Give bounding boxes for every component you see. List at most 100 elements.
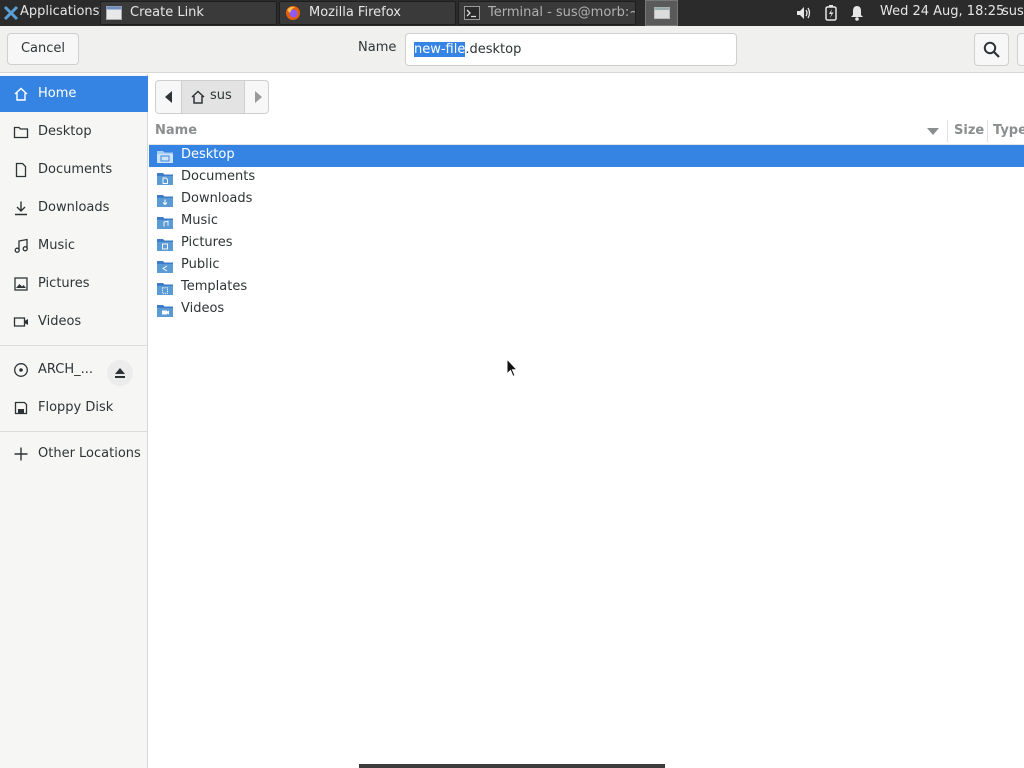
task-label: Mozilla Firefox xyxy=(309,5,401,20)
chevron-right-icon xyxy=(255,91,262,103)
file-name: Documents xyxy=(181,169,256,184)
folder-pictures-icon xyxy=(157,239,173,251)
filename-extension-text: .desktop xyxy=(465,42,522,57)
sidebar-item-home[interactable]: Home xyxy=(0,76,148,112)
top-panel: Applications ⋮ Create Link Mozilla Firef… xyxy=(0,0,1024,26)
sidebar-item-pictures[interactable]: Pictures xyxy=(0,266,148,302)
column-size-header[interactable]: Size xyxy=(954,123,984,138)
file-name: Videos xyxy=(181,301,225,316)
applications-label: Applications xyxy=(20,4,100,19)
file-row-templates[interactable]: Templates xyxy=(149,277,1024,299)
music-icon xyxy=(14,238,28,253)
battery-icon[interactable] xyxy=(825,5,837,21)
filename-selected-text: new-file xyxy=(414,42,466,57)
places-sidebar: Home Desktop Documents Downloads Music P… xyxy=(0,74,148,768)
file-name: Pictures xyxy=(181,235,233,250)
column-name-header[interactable]: Name xyxy=(155,123,197,138)
home-icon xyxy=(14,87,28,101)
file-name: Downloads xyxy=(181,191,253,206)
sidebar-item-music[interactable]: Music xyxy=(0,228,148,264)
task-firefox[interactable]: Mozilla Firefox xyxy=(279,1,456,25)
sidebar-item-arch-disc[interactable]: ARCH_... xyxy=(0,352,148,388)
workspace-switcher[interactable] xyxy=(645,0,678,26)
header-overflow-button[interactable] xyxy=(1017,33,1024,66)
task-terminal[interactable]: Terminal - sus@morb:~ xyxy=(458,1,636,25)
folder-public-icon xyxy=(157,261,173,273)
dialog-header-bar: Cancel Name new-file.desktop xyxy=(0,26,1024,73)
file-name: Desktop xyxy=(181,147,235,162)
breadcrumb-label: sus xyxy=(210,88,232,103)
folder-desktop-icon xyxy=(157,151,173,163)
filename-input[interactable]: new-file.desktop xyxy=(405,33,737,66)
sidebar-item-documents[interactable]: Documents xyxy=(0,152,148,188)
bottom-scroll-indicator xyxy=(359,764,665,768)
file-row-public[interactable]: Public xyxy=(149,255,1024,277)
sidebar-item-label: Downloads xyxy=(38,200,110,215)
cancel-button[interactable]: Cancel xyxy=(7,33,79,65)
file-row-videos[interactable]: Videos xyxy=(149,299,1024,321)
download-icon xyxy=(15,201,27,216)
file-row-downloads[interactable]: Downloads xyxy=(149,189,1024,211)
sidebar-item-label: Videos xyxy=(38,314,82,329)
sidebar-item-label: Other Locations xyxy=(38,446,141,461)
sidebar-item-label: Documents xyxy=(38,162,113,177)
search-button[interactable] xyxy=(974,33,1009,66)
sidebar-item-floppy[interactable]: Floppy Disk xyxy=(0,390,148,426)
picture-icon xyxy=(14,277,28,291)
file-row-pictures[interactable]: Pictures xyxy=(149,233,1024,255)
terminal-icon xyxy=(464,6,480,20)
sidebar-separator xyxy=(0,431,148,432)
workspace-window-icon xyxy=(654,7,670,19)
path-forward-button[interactable] xyxy=(244,81,268,113)
video-icon xyxy=(13,317,28,327)
clock[interactable]: Wed 24 Aug, 18:25 xyxy=(880,0,1004,26)
task-label: Terminal - sus@morb:~ xyxy=(488,5,636,20)
folder-videos-icon xyxy=(157,305,173,317)
name-label: Name xyxy=(358,40,397,55)
user-menu[interactable]: sus xyxy=(1002,0,1024,26)
path-back-button[interactable] xyxy=(156,81,182,113)
sidebar-item-other-locations[interactable]: Other Locations xyxy=(0,436,148,472)
file-name: Music xyxy=(181,213,218,228)
file-row-documents[interactable]: Documents xyxy=(149,167,1024,189)
file-name: Templates xyxy=(181,279,248,294)
sort-descending-icon[interactable] xyxy=(927,128,939,136)
plus-icon xyxy=(14,447,28,461)
task-label: Create Link xyxy=(130,5,204,20)
sidebar-item-desktop[interactable]: Desktop xyxy=(0,114,148,150)
sidebar-item-label: Desktop xyxy=(38,124,92,139)
column-separator[interactable] xyxy=(987,120,988,142)
notification-bell-icon[interactable] xyxy=(850,5,864,21)
folder-documents-icon xyxy=(157,173,173,185)
folder-music-icon xyxy=(157,217,173,229)
sidebar-item-downloads[interactable]: Downloads xyxy=(0,190,148,226)
file-row-desktop[interactable]: Desktop xyxy=(149,145,1024,167)
sidebar-item-label: Floppy Disk xyxy=(38,400,114,415)
eject-icon xyxy=(115,368,125,378)
xfce-logo-icon xyxy=(3,5,19,21)
sidebar-item-label: Pictures xyxy=(38,276,90,291)
sidebar-item-label: Home xyxy=(38,86,77,101)
sidebar-item-videos[interactable]: Videos xyxy=(0,304,148,340)
eject-button[interactable] xyxy=(107,360,133,386)
sidebar-separator xyxy=(0,345,148,346)
firefox-icon xyxy=(286,6,300,20)
path-bar: sus xyxy=(155,80,269,114)
applications-menu[interactable]: Applications ⋮ xyxy=(2,0,100,26)
column-header: Name Size Type xyxy=(149,118,1024,145)
mouse-pointer-icon xyxy=(506,358,518,378)
task-create-link[interactable]: Create Link xyxy=(100,1,277,25)
column-type-header[interactable]: Type xyxy=(993,123,1024,138)
folder-downloads-icon xyxy=(157,195,173,207)
document-icon xyxy=(15,162,27,178)
optical-disc-icon xyxy=(14,363,28,377)
folder-templates-icon xyxy=(157,283,173,295)
folder-icon xyxy=(13,126,29,139)
floppy-icon xyxy=(14,401,28,415)
file-name: Public xyxy=(181,257,220,272)
file-row-music[interactable]: Music xyxy=(149,211,1024,233)
volume-icon[interactable] xyxy=(795,5,813,21)
search-icon xyxy=(983,41,1000,58)
breadcrumb-home[interactable]: sus xyxy=(182,81,244,113)
column-separator[interactable] xyxy=(947,120,948,142)
